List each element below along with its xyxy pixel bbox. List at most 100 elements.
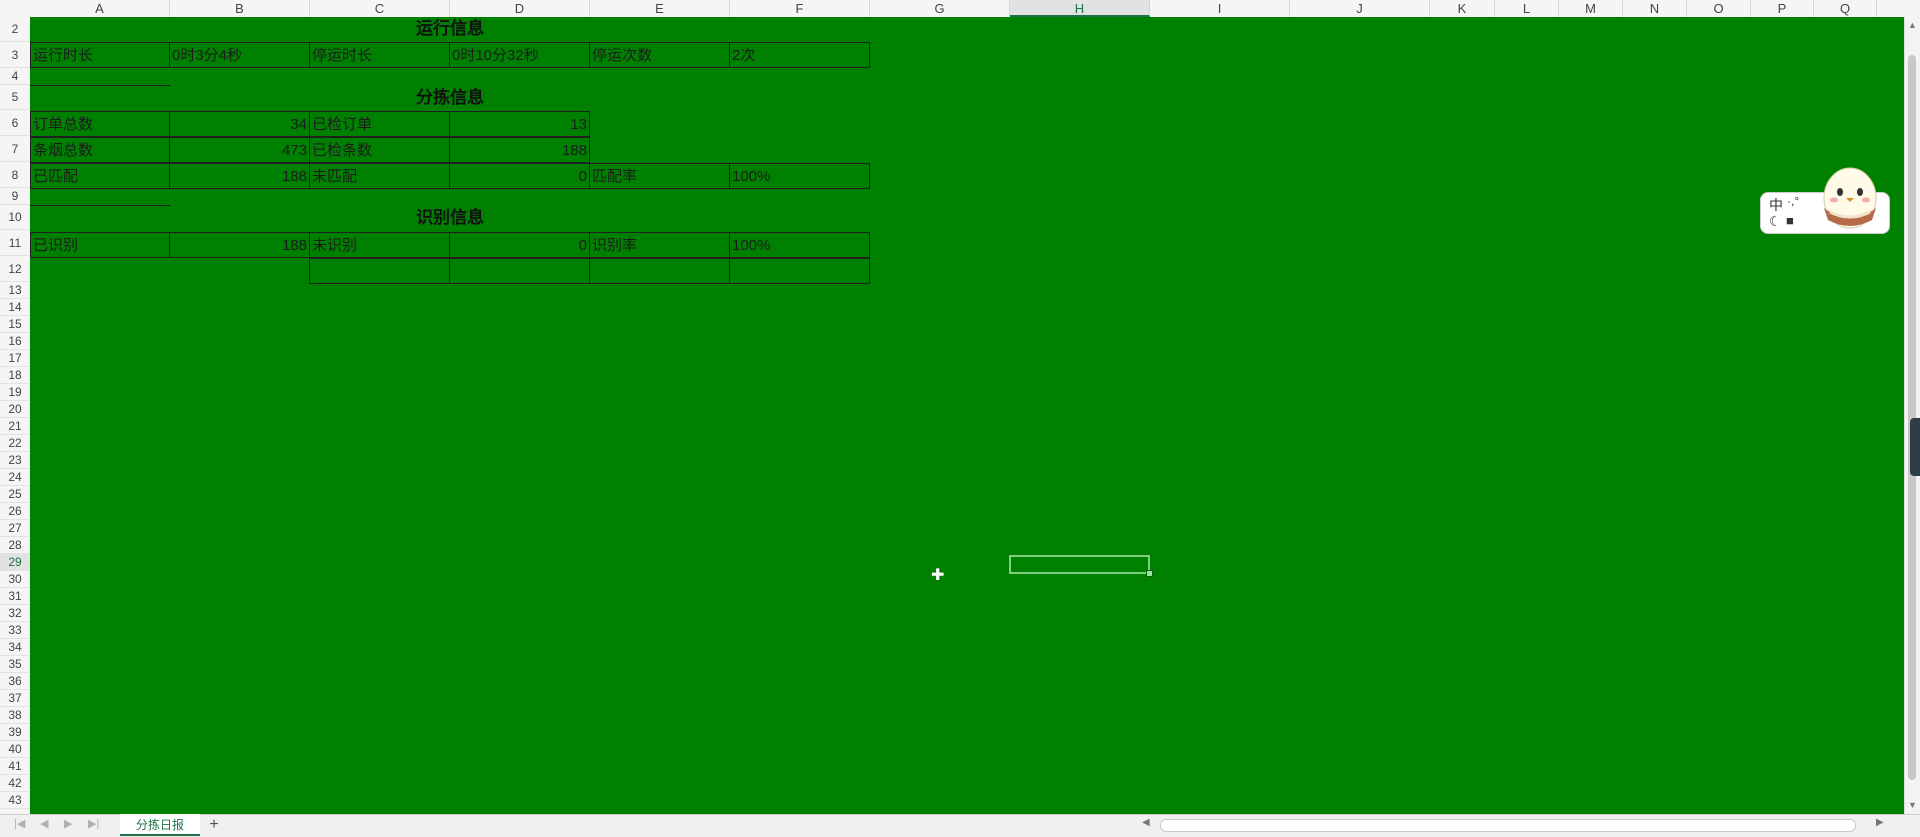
column-header-m[interactable]: M xyxy=(1559,0,1623,17)
row-header-9[interactable]: 9 xyxy=(0,188,30,205)
row-header-27[interactable]: 27 xyxy=(0,520,30,537)
cell-e8[interactable]: 匹配率 xyxy=(589,163,730,189)
column-header-q[interactable]: Q xyxy=(1814,0,1877,17)
column-header-c[interactable]: C xyxy=(310,0,450,17)
cell-d7[interactable]: 188 xyxy=(449,137,590,163)
row-header-35[interactable]: 35 xyxy=(0,656,30,673)
row-header-18[interactable]: 18 xyxy=(0,367,30,384)
column-header-a[interactable]: A xyxy=(30,0,170,17)
row-header-41[interactable]: 41 xyxy=(0,758,30,775)
row-header-11[interactable]: 11 xyxy=(0,230,30,256)
cell-b11[interactable]: 188 xyxy=(169,232,310,258)
fill-handle[interactable] xyxy=(1146,570,1153,577)
cell-b7[interactable]: 473 xyxy=(169,137,310,163)
row-header-17[interactable]: 17 xyxy=(0,350,30,367)
cell-c12[interactable] xyxy=(309,258,450,284)
row-header-14[interactable]: 14 xyxy=(0,299,30,316)
first-sheet-arrow-icon[interactable]: |◀ xyxy=(14,817,25,830)
cell-f12[interactable] xyxy=(729,258,870,284)
row-header-36[interactable]: 36 xyxy=(0,673,30,690)
next-sheet-arrow-icon[interactable]: ▶ xyxy=(64,817,72,830)
row-header-29[interactable]: 29 xyxy=(0,554,30,571)
cell-d8[interactable]: 0 xyxy=(449,163,590,189)
row-header-8[interactable]: 8 xyxy=(0,162,30,188)
column-header-k[interactable]: K xyxy=(1430,0,1495,17)
cell-a11[interactable]: 已识别 xyxy=(30,232,170,258)
cell-d11[interactable]: 0 xyxy=(449,232,590,258)
cell-f11[interactable]: 100% xyxy=(729,232,870,258)
column-header-g[interactable]: G xyxy=(870,0,1010,17)
row-header-20[interactable]: 20 xyxy=(0,401,30,418)
ime-mode-label[interactable]: 中 xyxy=(1769,195,1783,215)
scroll-up-arrow-icon[interactable]: ▲ xyxy=(1908,20,1917,30)
column-header-f[interactable]: F xyxy=(730,0,870,17)
cell-e11[interactable]: 识别率 xyxy=(589,232,730,258)
row-header-30[interactable]: 30 xyxy=(0,571,30,588)
column-header-o[interactable]: O xyxy=(1687,0,1751,17)
scroll-left-arrow-icon[interactable]: ◀ xyxy=(1142,817,1150,828)
row-header-13[interactable]: 13 xyxy=(0,282,30,299)
cell-a7[interactable]: 条烟总数 xyxy=(30,137,170,163)
column-header-h[interactable]: H xyxy=(1010,0,1150,17)
prev-sheet-arrow-icon[interactable]: ◀ xyxy=(40,817,48,830)
row-header-28[interactable]: 28 xyxy=(0,537,30,554)
column-header-j[interactable]: J xyxy=(1290,0,1430,17)
column-header-e[interactable]: E xyxy=(590,0,730,17)
cell-c3[interactable]: 停运时长 xyxy=(309,42,450,68)
cell-e12[interactable] xyxy=(589,258,730,284)
side-panel-handle[interactable] xyxy=(1910,418,1920,476)
row-header-21[interactable]: 21 xyxy=(0,418,30,435)
row-header-6[interactable]: 6 xyxy=(0,110,30,136)
row-header-25[interactable]: 25 xyxy=(0,486,30,503)
row-header-19[interactable]: 19 xyxy=(0,384,30,401)
row-header-4[interactable]: 4 xyxy=(0,68,30,85)
cell-a6[interactable]: 订单总数 xyxy=(30,111,170,137)
column-header-b[interactable]: B xyxy=(170,0,310,17)
cell-a3[interactable]: 运行时长 xyxy=(30,42,170,68)
column-header-i[interactable]: I xyxy=(1150,0,1290,17)
cell-e3[interactable]: 停运次数 xyxy=(589,42,730,68)
row-header-10[interactable]: 10 xyxy=(0,205,30,230)
column-header-p[interactable]: P xyxy=(1751,0,1814,17)
cell-b3[interactable]: 0时3分4秒 xyxy=(169,42,310,68)
column-header-l[interactable]: L xyxy=(1495,0,1559,17)
cell-d12[interactable] xyxy=(449,258,590,284)
column-header-n[interactable]: N xyxy=(1623,0,1687,17)
row-header-12[interactable]: 12 xyxy=(0,256,30,282)
cell-f3[interactable]: 2次 xyxy=(729,42,870,68)
row-header-16[interactable]: 16 xyxy=(0,333,30,350)
row-header-43[interactable]: 43 xyxy=(0,792,30,809)
row-header-33[interactable]: 33 xyxy=(0,622,30,639)
row-header-40[interactable]: 40 xyxy=(0,741,30,758)
row-header-39[interactable]: 39 xyxy=(0,724,30,741)
ime-punct-label[interactable]: ·,° xyxy=(1787,194,1799,208)
cell-c8[interactable]: 未匹配 xyxy=(309,163,450,189)
row-header-3[interactable]: 3 xyxy=(0,42,30,68)
shirt-icon[interactable]: ■ xyxy=(1786,213,1794,228)
cell-c11[interactable]: 未识别 xyxy=(309,232,450,258)
sheet-tab-sort-report[interactable]: 分拣日报 xyxy=(120,814,200,836)
column-header-d[interactable]: D xyxy=(450,0,590,17)
cell-d3[interactable]: 0时10分32秒 xyxy=(449,42,590,68)
row-header-7[interactable]: 7 xyxy=(0,136,30,162)
row-header-38[interactable]: 38 xyxy=(0,707,30,724)
moon-icon[interactable]: ☾ xyxy=(1769,213,1782,230)
row-header-23[interactable]: 23 xyxy=(0,452,30,469)
scroll-down-arrow-icon[interactable]: ▼ xyxy=(1908,800,1917,810)
row-header-34[interactable]: 34 xyxy=(0,639,30,656)
row-header-31[interactable]: 31 xyxy=(0,588,30,605)
cell-b6[interactable]: 34 xyxy=(169,111,310,137)
row-header-5[interactable]: 5 xyxy=(0,85,30,110)
row-header-24[interactable]: 24 xyxy=(0,469,30,486)
cell-d6[interactable]: 13 xyxy=(449,111,590,137)
row-header-22[interactable]: 22 xyxy=(0,435,30,452)
row-header-2[interactable]: 2 xyxy=(0,17,30,42)
cell-a8[interactable]: 已匹配 xyxy=(30,163,170,189)
last-sheet-arrow-icon[interactable]: ▶| xyxy=(88,817,99,830)
row-header-26[interactable]: 26 xyxy=(0,503,30,520)
cell-b8[interactable]: 188 xyxy=(169,163,310,189)
selected-cell-h29[interactable] xyxy=(1009,555,1150,574)
add-sheet-button[interactable]: + xyxy=(205,814,223,836)
horizontal-scroll-thumb[interactable] xyxy=(1160,819,1856,832)
scroll-right-arrow-icon[interactable]: ▶ xyxy=(1876,817,1884,828)
